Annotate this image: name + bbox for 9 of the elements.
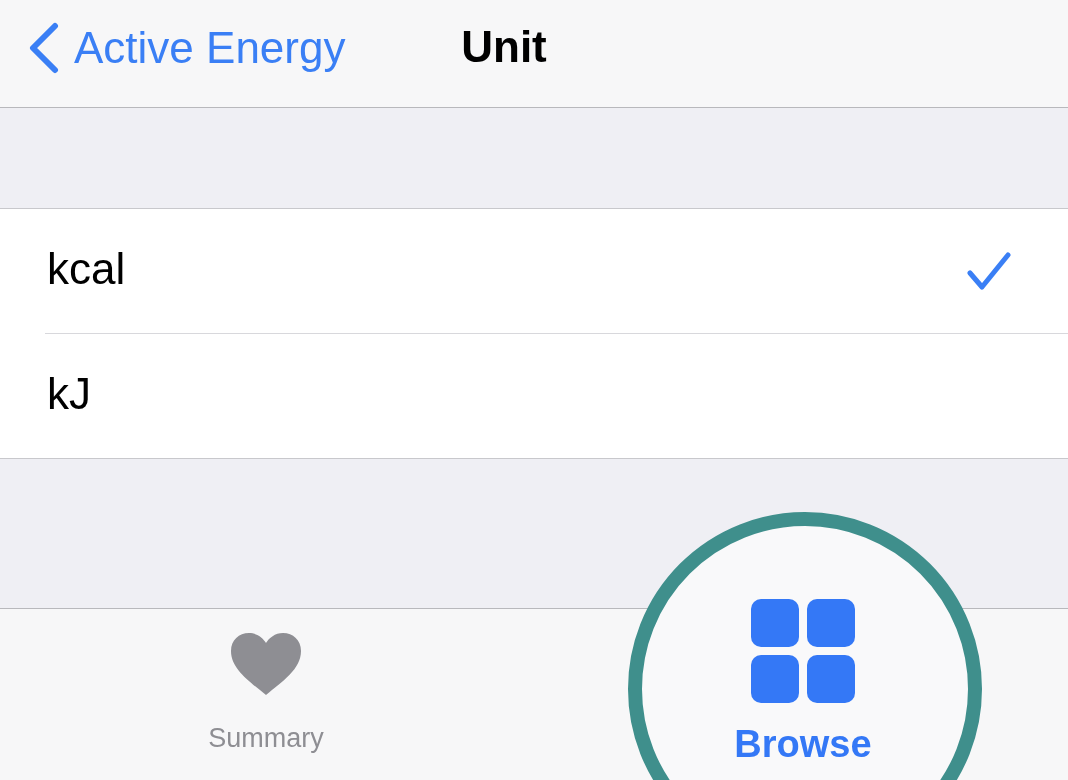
- unit-option[interactable]: kcal: [45, 209, 1068, 333]
- back-button[interactable]: Active Energy: [0, 21, 346, 74]
- checkmark-icon: [966, 251, 1012, 291]
- tab-bar-item[interactable]: Summary: [195, 609, 337, 780]
- screen-title: Unit: [460, 22, 548, 72]
- unit-option[interactable]: kJ: [45, 333, 1068, 458]
- grid-icon: [751, 599, 855, 703]
- heart-icon: [229, 631, 303, 697]
- tab-bar-item[interactable]: Browse: [723, 599, 883, 780]
